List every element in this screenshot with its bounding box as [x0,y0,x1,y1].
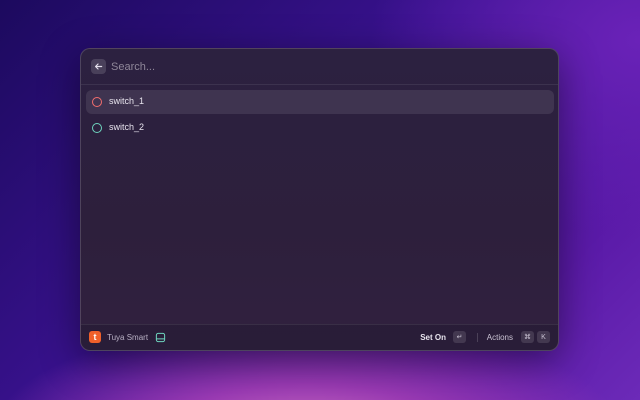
footer-divider [477,333,478,342]
primary-action-label[interactable]: Set On [420,333,446,342]
list-item-label: switch_1 [109,96,145,106]
actions-button[interactable]: Actions [487,333,513,342]
status-circle-icon [92,122,102,133]
list-item-switch-1[interactable]: switch_1 [86,90,554,114]
list-item-label: switch_2 [109,122,145,132]
enter-key-shortcut: ↵ [453,331,466,343]
extension-name: Tuya Smart [107,333,149,342]
arrow-left-icon [94,63,103,70]
action-bar: t Tuya Smart Set On ↵ Actions ⌘ K [81,324,558,350]
list-item-switch-2[interactable]: switch_2 [86,116,554,140]
tuya-logo-icon: t [89,331,101,343]
k-key-shortcut: K [537,331,550,343]
status-circle-icon [92,96,102,107]
results-list: switch_1 switch_2 [86,90,554,142]
dev-mode-icon[interactable] [155,332,166,343]
search-input[interactable] [111,57,531,77]
command-key-shortcut: ⌘ [521,331,534,343]
command-palette-window: switch_1 switch_2 t Tuya Smart Set On ↵ … [80,48,559,351]
search-bar [81,49,558,85]
back-button[interactable] [91,59,106,74]
